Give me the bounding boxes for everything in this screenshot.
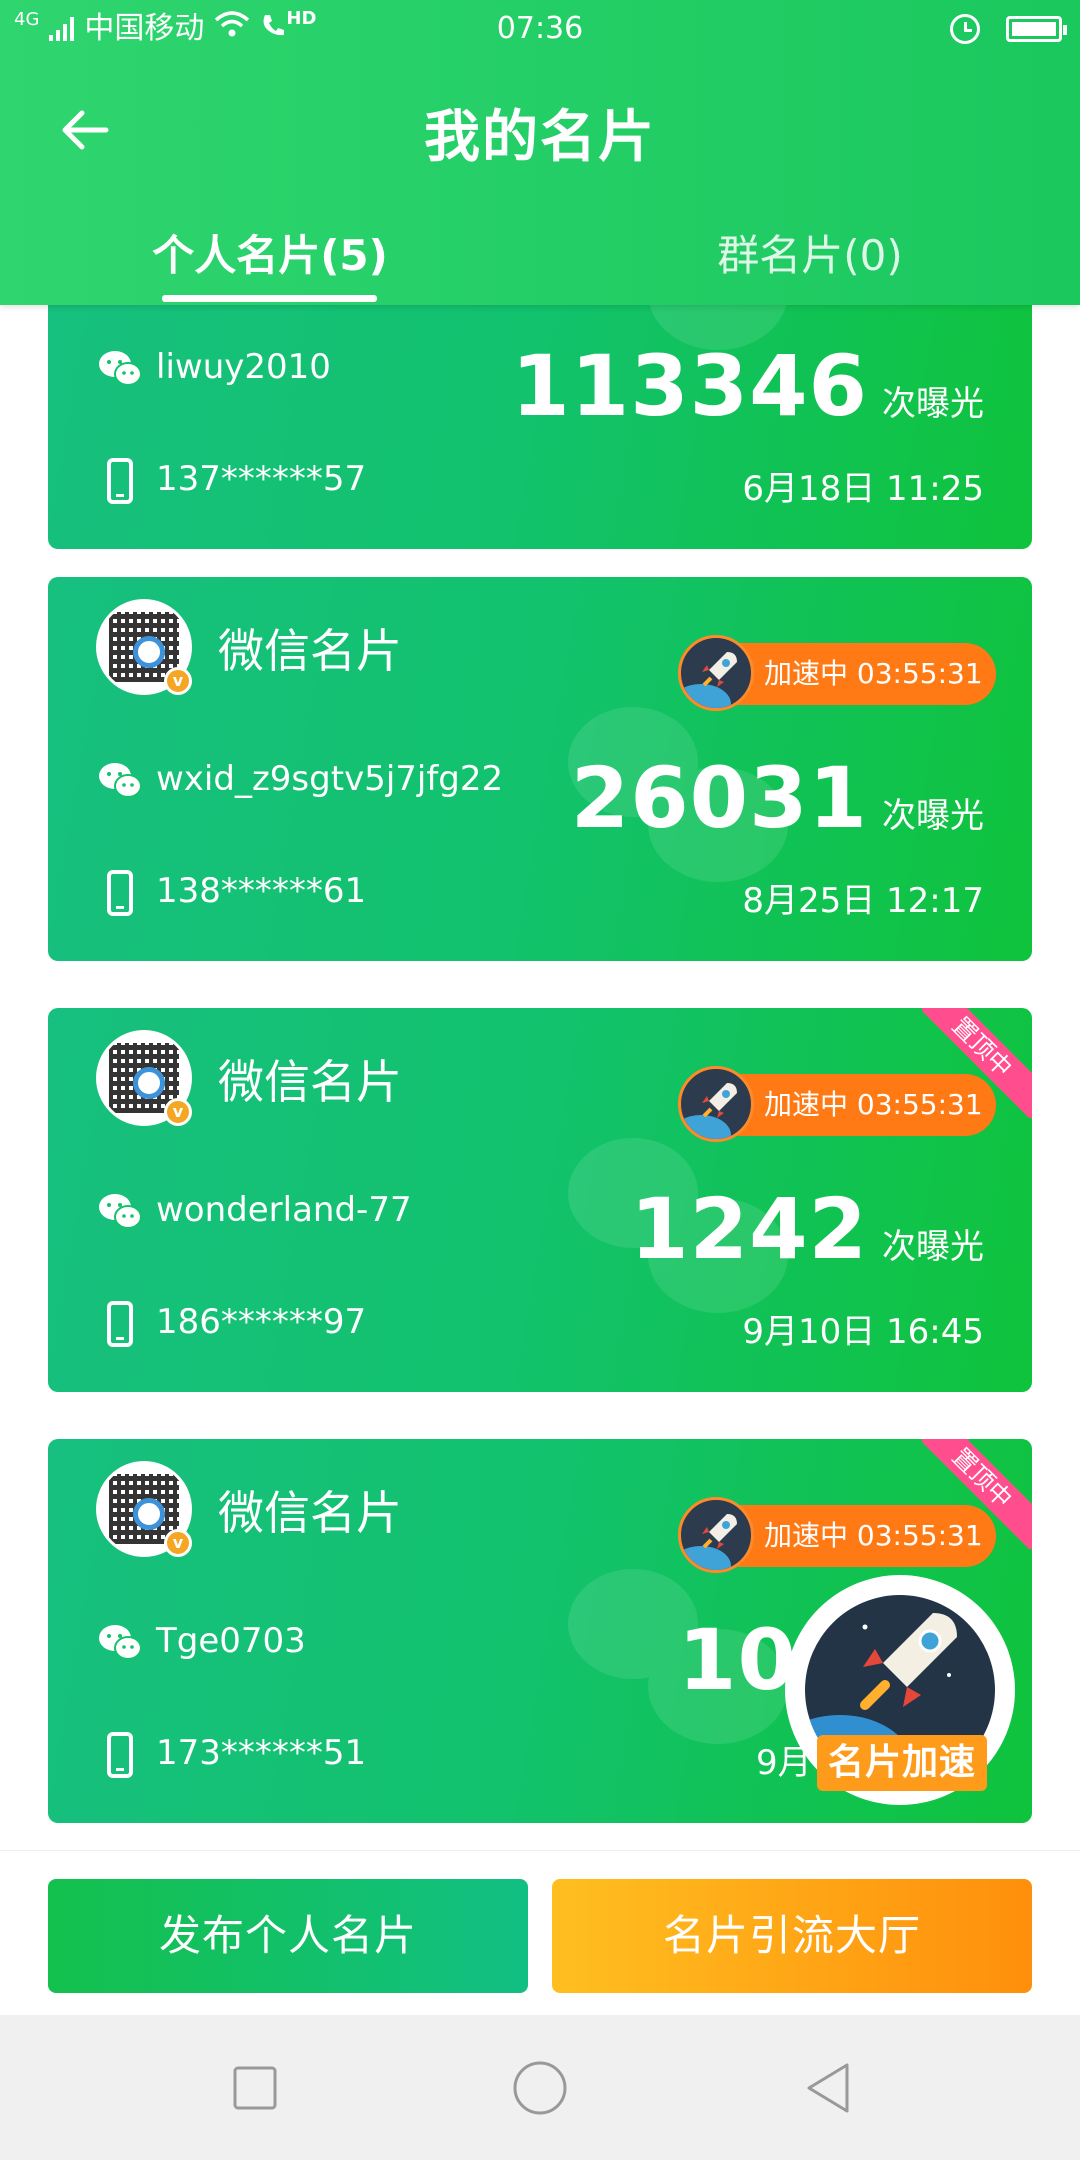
- wechat-icon: [96, 757, 144, 805]
- exposure-number: 26031: [570, 749, 868, 847]
- circle-icon: [513, 2061, 567, 2115]
- exposure-count: 26031 次曝光: [571, 749, 984, 847]
- phone-number: 138******61: [156, 871, 367, 911]
- tab-personal-cards[interactable]: 个人名片(5): [120, 220, 420, 305]
- phone-number: 137******57: [156, 459, 367, 499]
- publish-card-button[interactable]: 发布个人名片: [48, 1879, 528, 1993]
- card-date: 9月10日 16:45: [742, 1312, 984, 1352]
- status-right: [950, 0, 1067, 58]
- rocket-icon: [678, 1066, 754, 1142]
- alarm-icon: [950, 14, 980, 44]
- page-title: 我的名片: [424, 105, 656, 170]
- exposure-number: 113346: [511, 337, 868, 435]
- app-header: 4G 中国移动 HD 07:36 我的名片 个人名片(5) 群名片(0): [0, 0, 1080, 305]
- system-back-button[interactable]: [795, 2053, 865, 2123]
- phone-number: 186******97: [156, 1302, 367, 1342]
- phone-icon: [96, 869, 144, 917]
- card-accelerate-button[interactable]: 名片加速: [785, 1575, 1015, 1805]
- phone-icon: [96, 1731, 144, 1779]
- title-bar: 我的名片: [0, 70, 1080, 190]
- phone-icon: [96, 1300, 144, 1348]
- battery-icon: [1006, 16, 1067, 42]
- exposure-count: 1242 次曝光: [630, 1180, 984, 1278]
- wechat-icon: [96, 1619, 144, 1667]
- wechat-id: wxid_z9sgtv5j7jfg22: [156, 759, 504, 799]
- tab-bar: 个人名片(5) 群名片(0): [0, 220, 1080, 305]
- clock: 07:36: [496, 11, 584, 46]
- exposure-unit: 次曝光: [882, 796, 984, 836]
- verified-badge-icon: v: [164, 1098, 192, 1126]
- card-type: 微信名片: [218, 1055, 402, 1109]
- verified-badge-icon: v: [164, 667, 192, 695]
- card-list[interactable]: liwuy2010 137******57 113346 次曝光 6月18日 1…: [0, 305, 1080, 1850]
- wechat-icon: [96, 345, 144, 393]
- rocket-icon: [678, 1497, 754, 1573]
- tab-group-cards[interactable]: 群名片(0): [660, 220, 960, 305]
- triangle-back-icon: [807, 2063, 849, 2113]
- bottom-action-bar: 发布个人名片 名片引流大厅: [0, 1850, 1080, 2015]
- fab-label: 名片加速: [817, 1735, 987, 1791]
- phone-number: 173******51: [156, 1733, 367, 1773]
- wechat-id: wonderland-77: [156, 1190, 412, 1230]
- traffic-hall-button[interactable]: 名片引流大厅: [552, 1879, 1032, 1993]
- verified-badge-icon: v: [164, 1529, 192, 1557]
- recent-apps-button[interactable]: [220, 2053, 290, 2123]
- card-item[interactable]: v 微信名片 加速中 03:55:31 wxid_z9sgtv5j7jfg22 …: [48, 577, 1032, 961]
- rocket-icon: [678, 635, 754, 711]
- phone-icon: [96, 457, 144, 505]
- card-type: 微信名片: [218, 624, 402, 678]
- square-icon: [233, 2066, 277, 2110]
- wechat-id: Tge0703: [156, 1621, 306, 1661]
- active-tab-indicator: [162, 295, 377, 302]
- wechat-id: liwuy2010: [156, 347, 331, 387]
- card-type: 微信名片: [218, 1486, 402, 1540]
- exposure-unit: 次曝光: [882, 384, 984, 424]
- exposure-number: 1242: [630, 1180, 868, 1278]
- wechat-icon: [96, 1188, 144, 1236]
- home-button[interactable]: [505, 2053, 575, 2123]
- card-date: 8月25日 12:17: [742, 881, 984, 921]
- card-item[interactable]: 置顶中 v 微信名片 加速中 03:55:31 wonderland-77 18…: [48, 1008, 1032, 1392]
- card-item[interactable]: liwuy2010 137******57 113346 次曝光 6月18日 1…: [48, 305, 1032, 549]
- system-navigation-bar: [0, 2015, 1080, 2160]
- exposure-count: 113346 次曝光: [511, 337, 984, 435]
- status-bar: 4G 中国移动 HD 07:36: [0, 0, 1080, 58]
- card-date: 6月18日 11:25: [742, 469, 984, 509]
- exposure-unit: 次曝光: [882, 1227, 984, 1267]
